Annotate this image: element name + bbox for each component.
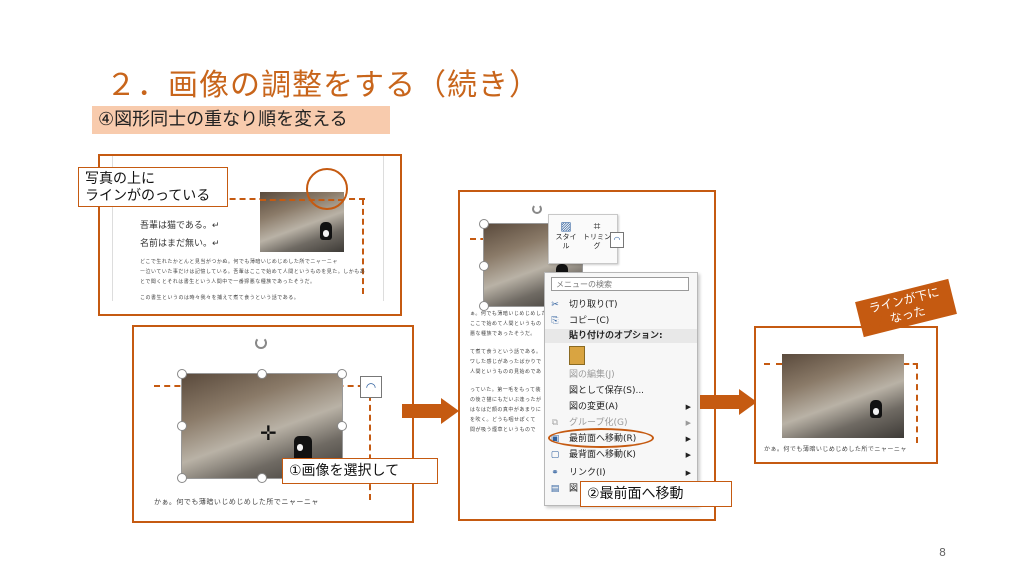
callout-text-1: 写真の上に	[85, 171, 155, 187]
highlight-circle	[306, 168, 348, 210]
menu-item-cut[interactable]: ✂ 切り取り(T)	[545, 297, 697, 313]
picture-icon: ▤	[550, 484, 560, 494]
copy-icon: ⎘	[551, 316, 559, 326]
menu-item-label: グループ化(G)	[569, 418, 628, 428]
arrow-1-body	[402, 404, 442, 418]
doc-small-4: この書生というのは時々我々を捕えて煮て食うという話である。	[140, 295, 300, 301]
cat-photo	[782, 354, 904, 438]
resize-handle-bc[interactable]	[257, 473, 267, 483]
resize-handle-bl[interactable]	[177, 473, 187, 483]
arrow-1-head	[441, 398, 459, 424]
submenu-arrow-icon: ▶	[685, 469, 691, 477]
doc-line-1: 吾輩は猫である。↵	[140, 221, 220, 231]
menu-item-label: 図として保存(S)...	[569, 386, 645, 396]
menu-item-edit-picture: 図の編集(J)	[545, 367, 697, 383]
move-cursor-icon: ✛	[260, 421, 277, 445]
vertical-line	[916, 363, 918, 443]
doc-small-text: かぁ。何でも薄暗いじめじめした所でニャーニャ	[764, 446, 907, 453]
menu-item-label: 最背面へ移動(K)	[569, 450, 636, 460]
panel-context-menu: ▨ スタイル ⌗ トリミング ◠ ぁ。何でも薄暗いじめじめした ここで始めて人間…	[458, 190, 716, 521]
doc-small: ぁ。何でも薄暗いじめじめした	[470, 311, 547, 317]
menu-item-link[interactable]: ⚭ リンク(I) ▶	[545, 465, 697, 481]
group-icon: ⧉	[551, 418, 559, 428]
trim-label: トリミング	[583, 233, 611, 250]
doc-small: 人間というものの見始めであ	[470, 369, 542, 375]
menu-item-label: 図の変更(A)	[569, 402, 619, 412]
panel-select-image: ◠ ✛ かぁ。何でも薄暗いじめじめした所でニャーニャ	[132, 325, 414, 523]
submenu-arrow-icon: ▶	[685, 435, 691, 443]
rotate-handle[interactable]	[532, 204, 542, 214]
menu-item-copy[interactable]: ⎘ コピー(C)	[545, 313, 697, 329]
submenu-arrow-icon: ▶	[685, 419, 691, 427]
link-icon: ⚭	[551, 468, 559, 478]
callout-select-image: ①画像を選択して	[282, 458, 438, 484]
layout-options-icon[interactable]: ◠	[360, 376, 382, 398]
doc-small: はなはだ顔の真中があまりに	[470, 407, 542, 413]
menu-items: ✂ 切り取り(T) ⎘ コピー(C) 貼り付けのオプション: 図の編集(J) 図とし…	[545, 297, 697, 497]
doc-text-column: ぁ。何でも薄暗いじめじめした ここで始めて人間というもの 悪な種族であったそうだ…	[470, 310, 550, 436]
style-label: スタイル	[555, 233, 577, 250]
resize-handle-tl[interactable]	[479, 219, 489, 229]
submenu-arrow-icon: ▶	[685, 403, 691, 411]
horizontal-line-under-photo	[764, 363, 782, 365]
context-menu: メニューの検索 ✂ 切り取り(T) ⎘ コピー(C) 貼り付けのオプション: 図の編…	[544, 272, 698, 506]
panel-after: かぁ。何でも薄暗いじめじめした所でニャーニャ	[754, 326, 938, 464]
menu-item-label: 図	[569, 484, 579, 494]
paste-options-row	[545, 343, 697, 367]
doc-small: っていた。第一毛をもって装	[470, 387, 542, 393]
layout-options-icon[interactable]: ◠	[610, 232, 624, 248]
vertical-line	[362, 199, 364, 294]
menu-item-label: 図の編集(J)	[569, 370, 615, 380]
trim-button[interactable]: ⌗ トリミング	[581, 219, 613, 259]
resize-handle-tl[interactable]	[177, 369, 187, 379]
doc-small: の後さ猫にもだいぶ逢ったが	[470, 397, 542, 403]
resize-handle-mr[interactable]	[337, 421, 347, 431]
resize-handle-ml[interactable]	[177, 421, 187, 431]
paste-icon[interactable]	[569, 346, 585, 365]
resize-handle-ml[interactable]	[479, 261, 489, 271]
mini-toolbar: ▨ スタイル ⌗ トリミング	[548, 214, 618, 264]
resize-handle-tc[interactable]	[257, 369, 267, 379]
doc-line-2: 名前はまだ無い。↵	[140, 239, 220, 249]
menu-item-label: コピー(C)	[569, 316, 610, 326]
submenu-arrow-icon: ▶	[685, 451, 691, 459]
doc-small: を吹く。どうも咽せぽくて	[470, 417, 536, 423]
crop-icon: ⌗	[593, 219, 601, 233]
doc-small: ワした感じがあったばかりで	[470, 359, 542, 365]
menu-item-change-picture[interactable]: 図の変更(A) ▶	[545, 399, 697, 415]
doc-small-2: ー泣いていた事だけは記憶している。吾輩はここで始めて人間というものを見た。しかも…	[140, 269, 366, 275]
callout-bring-to-front: ②最前面へ移動	[580, 481, 732, 507]
style-button[interactable]: ▨ スタイル	[553, 219, 579, 259]
doc-small: て煮て食うという話である。	[470, 349, 542, 355]
doc-small-1: どこで生れたかとんと見当がつかぬ。何でも薄暗いじめじめした所でニャーニャ	[140, 259, 338, 265]
style-icon: ▨	[560, 219, 572, 233]
paste-options-header: 貼り付けのオプション:	[545, 329, 697, 343]
doc-small-3: とで聞くとそれは書生という人間中で一番獰悪な種族であったそうだ。	[140, 279, 316, 285]
arrow-2-body	[700, 395, 740, 409]
page-number: 8	[939, 546, 946, 559]
menu-search-input[interactable]: メニューの検索	[551, 277, 689, 291]
menu-item-send-to-back[interactable]: ▢ 最背面へ移動(K) ▶	[545, 447, 697, 463]
callout-text-2: ラインがのっている	[85, 188, 211, 204]
menu-item-label: リンク(I)	[569, 468, 606, 478]
callout-line-on-photo: 写真の上に ラインがのっている	[78, 167, 228, 207]
slide-subtitle: ④図形同士の重なり順を変える	[92, 106, 390, 134]
menu-item-label: 切り取り(T)	[569, 300, 618, 310]
doc-small: ここで始めて人間というもの	[470, 321, 542, 327]
rotate-handle[interactable]	[255, 337, 267, 349]
doc-small: 悪な種族であったそうだ。	[470, 331, 536, 337]
slide-title: ２．画像の調整をする（続き）	[106, 68, 540, 103]
resize-handle-tr[interactable]	[337, 369, 347, 379]
doc-small-text: かぁ。何でも薄暗いじめじめした所でニャーニャ	[154, 498, 319, 506]
doc-small: 間が吸う煙草というもので	[470, 427, 537, 433]
menu-item-save-as-picture[interactable]: 図として保存(S)...	[545, 383, 697, 399]
scissors-icon: ✂	[551, 300, 559, 310]
highlight-oval	[548, 428, 654, 448]
send-back-icon: ▢	[550, 450, 560, 460]
